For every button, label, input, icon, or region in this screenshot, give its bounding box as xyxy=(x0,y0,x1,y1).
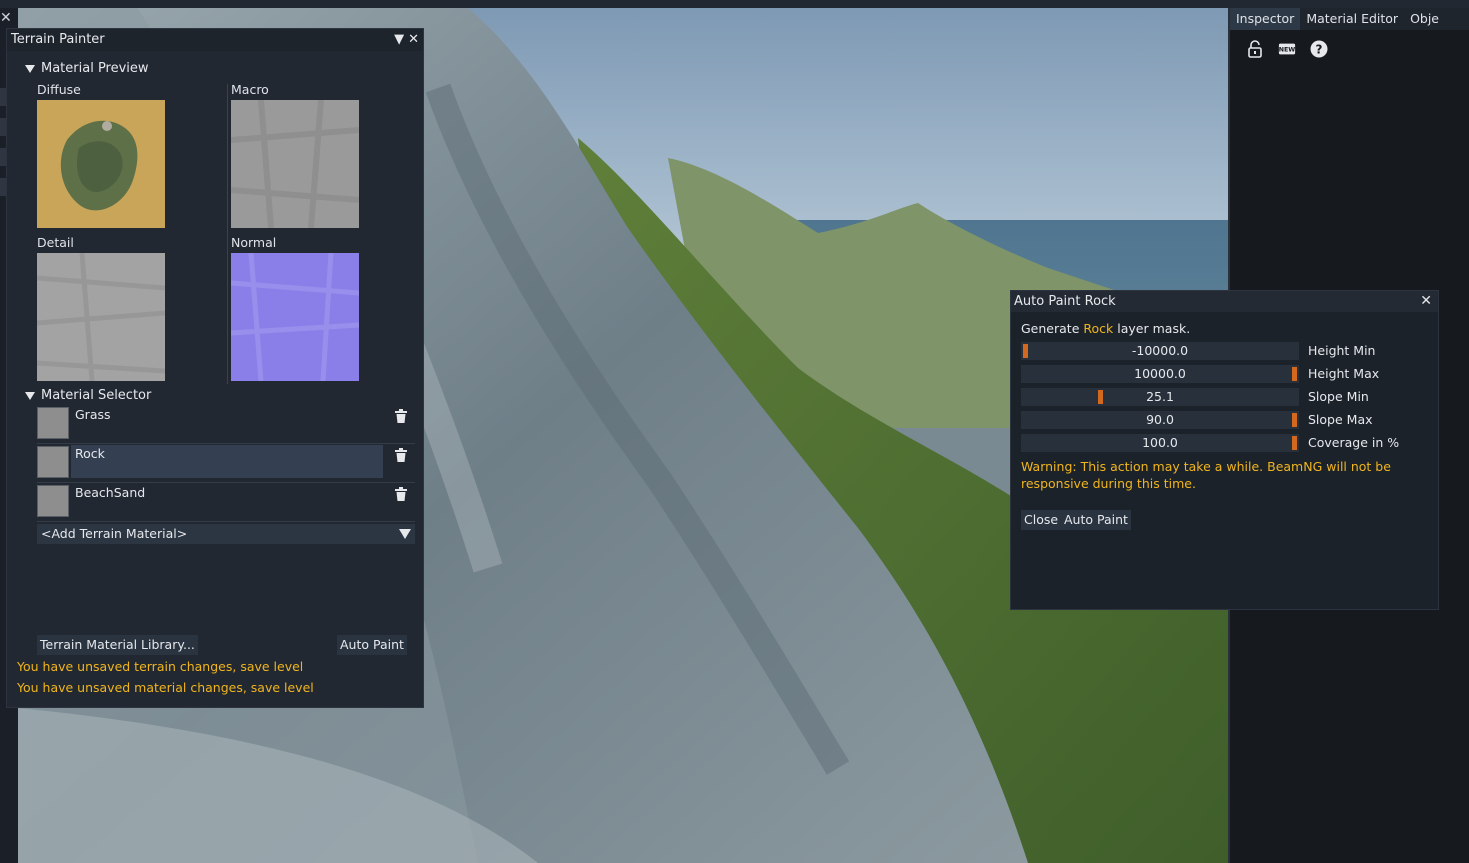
trash-icon[interactable] xyxy=(395,487,407,501)
lock-icon[interactable] xyxy=(1246,40,1264,58)
coverage-slider[interactable]: 100.0 xyxy=(1021,434,1299,452)
material-highlight: Rock xyxy=(1083,321,1114,336)
diffuse-texture-image xyxy=(37,100,165,228)
material-thumbnail xyxy=(37,407,69,439)
coverage-label: Coverage in % xyxy=(1308,435,1400,450)
height-max-slider[interactable]: 10000.0 xyxy=(1021,365,1299,383)
preview-divider xyxy=(227,84,228,384)
slider-knob[interactable] xyxy=(1292,367,1297,381)
auto-paint-button[interactable]: Auto Paint xyxy=(337,635,407,655)
slider-knob[interactable] xyxy=(1098,390,1104,404)
auto-paint-dialog: Auto Paint Rock ✕ Generate Rock layer mask… xyxy=(1010,290,1439,610)
material-item-grass[interactable]: Grass xyxy=(37,405,415,444)
height-min-slider[interactable]: -10000.0 xyxy=(1021,342,1299,360)
collapse-triangle-icon xyxy=(25,64,35,73)
tab-object[interactable]: Obje xyxy=(1404,8,1445,30)
performance-warning: Warning: This action may take a while. B… xyxy=(1021,459,1391,491)
generate-text: Generate Rock layer mask. xyxy=(1021,321,1191,336)
trash-icon[interactable] xyxy=(395,409,407,423)
close-icon[interactable]: ✕ xyxy=(408,29,419,51)
material-thumbnail xyxy=(37,485,69,517)
tab-material-editor[interactable]: Material Editor xyxy=(1300,8,1404,30)
terrain-painter-window: Terrain Painter ▼ ✕ Material Preview Dif… xyxy=(6,28,424,708)
slider-knob[interactable] xyxy=(1292,413,1297,427)
slope-max-slider[interactable]: 90.0 xyxy=(1021,411,1299,429)
close-icon[interactable]: ✕ xyxy=(0,10,14,26)
window-title: Terrain Painter xyxy=(11,32,105,47)
slope-max-label: Slope Max xyxy=(1308,412,1373,427)
terrain-painter-titlebar[interactable]: Terrain Painter ▼ ✕ xyxy=(7,29,423,51)
slope-min-label: Slope Min xyxy=(1308,389,1369,404)
slider-knob[interactable] xyxy=(1292,436,1297,450)
unsaved-material-warning: You have unsaved material changes, save … xyxy=(17,680,314,695)
macro-texture-image xyxy=(231,100,359,228)
trash-icon[interactable] xyxy=(395,448,407,462)
material-name: Rock xyxy=(75,446,105,461)
inspector-tabs: Inspector Material Editor Obje xyxy=(1230,8,1469,30)
height-min-label: Height Min xyxy=(1308,343,1376,358)
dialog-title: Auto Paint Rock xyxy=(1014,294,1116,309)
material-selector-header[interactable]: Material Selector xyxy=(25,388,151,403)
auto-paint-confirm-button[interactable]: Auto Paint xyxy=(1061,510,1131,530)
normal-texture-image xyxy=(231,253,359,381)
height-max-label: Height Max xyxy=(1308,366,1380,381)
material-item-rock[interactable]: Rock xyxy=(37,444,415,483)
terrain-material-library-button[interactable]: Terrain Material Library... xyxy=(37,635,198,655)
add-terrain-material-dropdown[interactable]: <Add Terrain Material> xyxy=(37,524,415,544)
macro-label: Macro xyxy=(231,82,269,97)
svg-text:NEW: NEW xyxy=(1279,47,1296,54)
material-name: Grass xyxy=(75,407,111,422)
unsaved-terrain-warning: You have unsaved terrain changes, save l… xyxy=(17,659,304,674)
selection-highlight xyxy=(71,445,383,478)
slope-min-slider[interactable]: 25.1 xyxy=(1021,388,1299,406)
normal-label: Normal xyxy=(231,235,277,250)
close-button[interactable]: Close xyxy=(1021,510,1062,530)
material-name: BeachSand xyxy=(75,485,146,500)
tab-inspector[interactable]: Inspector xyxy=(1230,8,1301,30)
collapse-triangle-icon xyxy=(25,391,35,400)
material-thumbnail xyxy=(37,446,69,478)
close-icon[interactable]: ✕ xyxy=(1420,291,1432,312)
help-icon[interactable]: ? xyxy=(1310,40,1328,58)
new-icon[interactable]: NEW xyxy=(1278,40,1296,58)
svg-text:?: ? xyxy=(1316,43,1323,57)
detail-label: Detail xyxy=(37,235,74,250)
slider-knob[interactable] xyxy=(1023,344,1028,358)
dropdown-arrow-icon xyxy=(399,529,411,539)
auto-paint-titlebar[interactable]: Auto Paint Rock ✕ xyxy=(1011,291,1438,312)
detail-texture-image xyxy=(37,253,165,381)
diffuse-label: Diffuse xyxy=(37,82,81,97)
collapse-icon[interactable]: ▼ xyxy=(394,29,404,51)
material-preview-header[interactable]: Material Preview xyxy=(25,61,149,76)
material-item-beachsand[interactable]: BeachSand xyxy=(37,483,415,522)
